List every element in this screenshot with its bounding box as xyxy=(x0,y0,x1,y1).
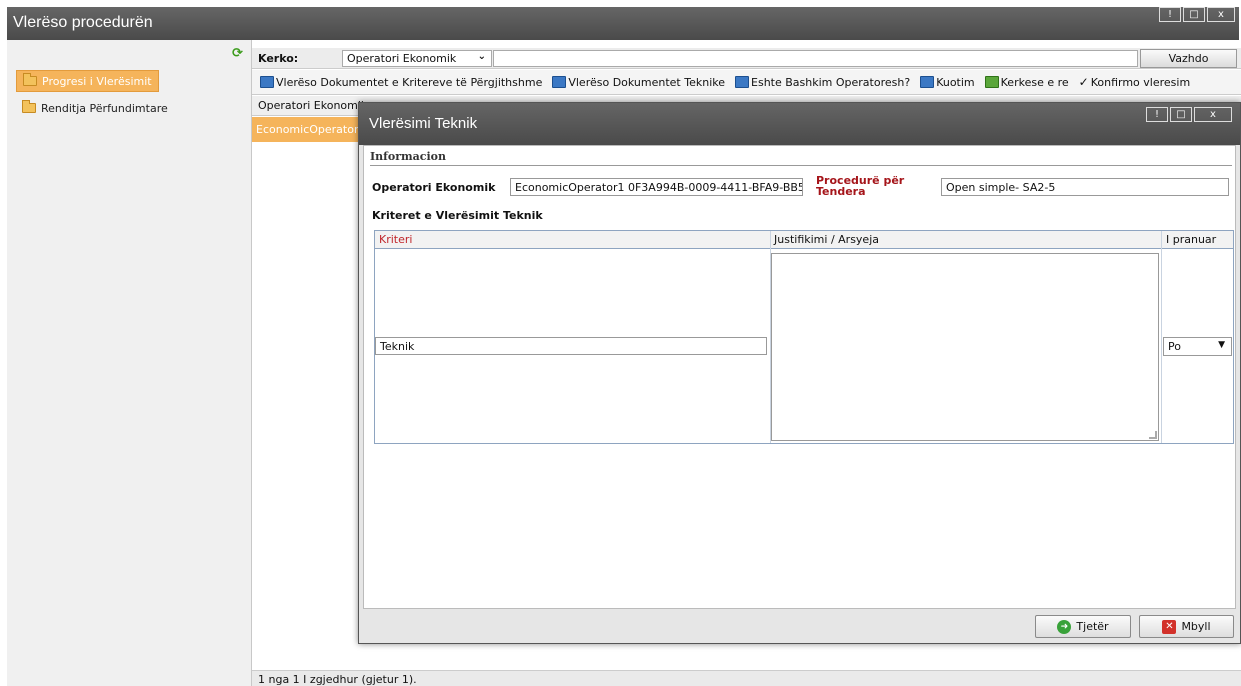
accepted-value: Po xyxy=(1168,340,1181,353)
add-document-icon xyxy=(984,76,999,88)
column-header-justifikimi: Justifikimi / Arsyeja xyxy=(770,231,1162,249)
criterion-field[interactable]: Teknik xyxy=(375,337,767,355)
close-button-label: Mbyll xyxy=(1181,620,1211,633)
search-field-value: Operatori Ekonomik xyxy=(347,52,457,65)
evaluate-general-docs-button[interactable]: Vlerëso Dokumentet e Kritereve të Përgji… xyxy=(260,76,542,89)
action-toolbar: Vlerëso Dokumentet e Kritereve të Përgji… xyxy=(252,70,1241,95)
help-button[interactable]: ! xyxy=(1159,7,1181,22)
operator-label: Operatori Ekonomik xyxy=(372,181,496,194)
accepted-select[interactable]: Po ▼ xyxy=(1163,337,1232,356)
dialog-title: Vlerësimi Teknik xyxy=(369,115,478,132)
navigation-panel xyxy=(7,40,252,686)
criteria-table: Kriteri Justifikimi / Arsyeja I pranuar … xyxy=(374,230,1234,444)
new-request-button[interactable]: Kerkese e re xyxy=(984,75,1069,89)
document-icon xyxy=(920,76,935,88)
operator-field[interactable]: EconomicOperator1 0F3A994B-0009-4411-BFA… xyxy=(510,178,803,196)
maximize-button[interactable]: □ xyxy=(1183,7,1205,22)
section-divider xyxy=(370,165,1232,166)
toolbar-label: Vlerëso Dokumentet e Kritereve të Përgji… xyxy=(276,75,543,89)
chevron-down-icon: ⌄ xyxy=(477,51,486,62)
grid-column-header[interactable]: Operatori Ekonomik xyxy=(258,99,367,112)
evaluate-technical-docs-button[interactable]: Vlerëso Dokumentet Teknike xyxy=(552,76,725,89)
technical-evaluation-dialog: Vlerësimi Teknik ! □ x Informacion Opera… xyxy=(358,102,1241,644)
document-icon xyxy=(260,76,274,88)
refresh-icon[interactable]: ⟳ xyxy=(232,46,243,61)
column-divider xyxy=(1161,231,1162,443)
quote-button[interactable]: Kuotim xyxy=(920,75,975,89)
dialog-controls: ! □ x xyxy=(1146,107,1232,122)
folder-icon xyxy=(22,100,36,113)
criteria-title: Kriteret e Vlerësimit Teknik xyxy=(372,209,543,222)
search-bar: Kerko: Operatori Ekonomik ⌄ Vazhdo xyxy=(252,48,1241,69)
window-titlebar: Vlerëso procedurën ! □ x xyxy=(7,7,1239,40)
next-button-label: Tjetër xyxy=(1076,620,1109,633)
search-field-select[interactable]: Operatori Ekonomik ⌄ xyxy=(342,50,492,67)
justification-textarea[interactable] xyxy=(771,253,1159,441)
folder-icon xyxy=(23,73,37,86)
dialog-close-button[interactable]: x xyxy=(1194,107,1232,122)
window-controls: ! □ x xyxy=(1159,7,1235,22)
status-bar: 1 nga 1 I zgjedhur (gjetur 1). xyxy=(252,670,1241,686)
procedure-label: Procedurë për Tendera xyxy=(816,174,905,198)
toolbar-label: Kerkese e re xyxy=(1000,75,1069,89)
column-header-kriteri: Kriteri xyxy=(375,231,770,249)
close-icon: ✕ xyxy=(1162,619,1177,634)
check-icon: ✓ xyxy=(1078,75,1089,89)
dropdown-arrow-icon: ▼ xyxy=(1218,340,1225,350)
confirm-evaluation-button[interactable]: ✓ Konfirmo vleresim xyxy=(1079,75,1191,89)
tree-item-progresi[interactable]: Progresi i Vlerësimit xyxy=(16,70,159,92)
tree-item-label: Renditja Përfundimtare xyxy=(41,101,168,115)
arrow-right-icon: ➜ xyxy=(1057,619,1072,634)
tree-item-renditja[interactable]: Renditja Përfundimtare xyxy=(16,97,174,119)
document-icon xyxy=(552,76,567,88)
toolbar-label: Kuotim xyxy=(936,75,975,89)
toolbar-label: Konfirmo vleresim xyxy=(1090,75,1191,89)
toolbar-label: Vlerëso Dokumentet Teknike xyxy=(568,75,726,89)
joint-operators-button[interactable]: Eshte Bashkim Operatoresh? xyxy=(735,76,910,89)
close-button[interactable]: x xyxy=(1207,7,1235,22)
dialog-body: Informacion Operatori Ekonomik EconomicO… xyxy=(363,145,1236,609)
section-title: Informacion xyxy=(370,150,446,163)
procedure-field[interactable]: Open simple- SA2-5 xyxy=(941,178,1229,196)
dialog-titlebar: Vlerësimi Teknik ! □ x xyxy=(359,103,1240,145)
window-title: Vlerëso procedurën xyxy=(13,14,153,31)
toolbar-label: Eshte Bashkim Operatoresh? xyxy=(751,75,911,89)
search-label: Kerko: xyxy=(258,52,299,65)
resize-grip-icon[interactable] xyxy=(1149,431,1157,439)
continue-button[interactable]: Vazhdo xyxy=(1140,49,1237,68)
next-button[interactable]: ➜ Tjetër xyxy=(1035,615,1131,638)
search-input[interactable] xyxy=(493,50,1138,67)
dialog-help-button[interactable]: ! xyxy=(1146,107,1168,122)
close-dialog-button[interactable]: ✕ Mbyll xyxy=(1139,615,1234,638)
table-row[interactable]: EconomicOperator xyxy=(252,117,362,142)
document-icon xyxy=(735,76,750,88)
column-header-pranuar: I pranuar xyxy=(1162,231,1233,249)
dialog-maximize-button[interactable]: □ xyxy=(1170,107,1192,122)
tree-item-label: Progresi i Vlerësimit xyxy=(42,74,152,88)
